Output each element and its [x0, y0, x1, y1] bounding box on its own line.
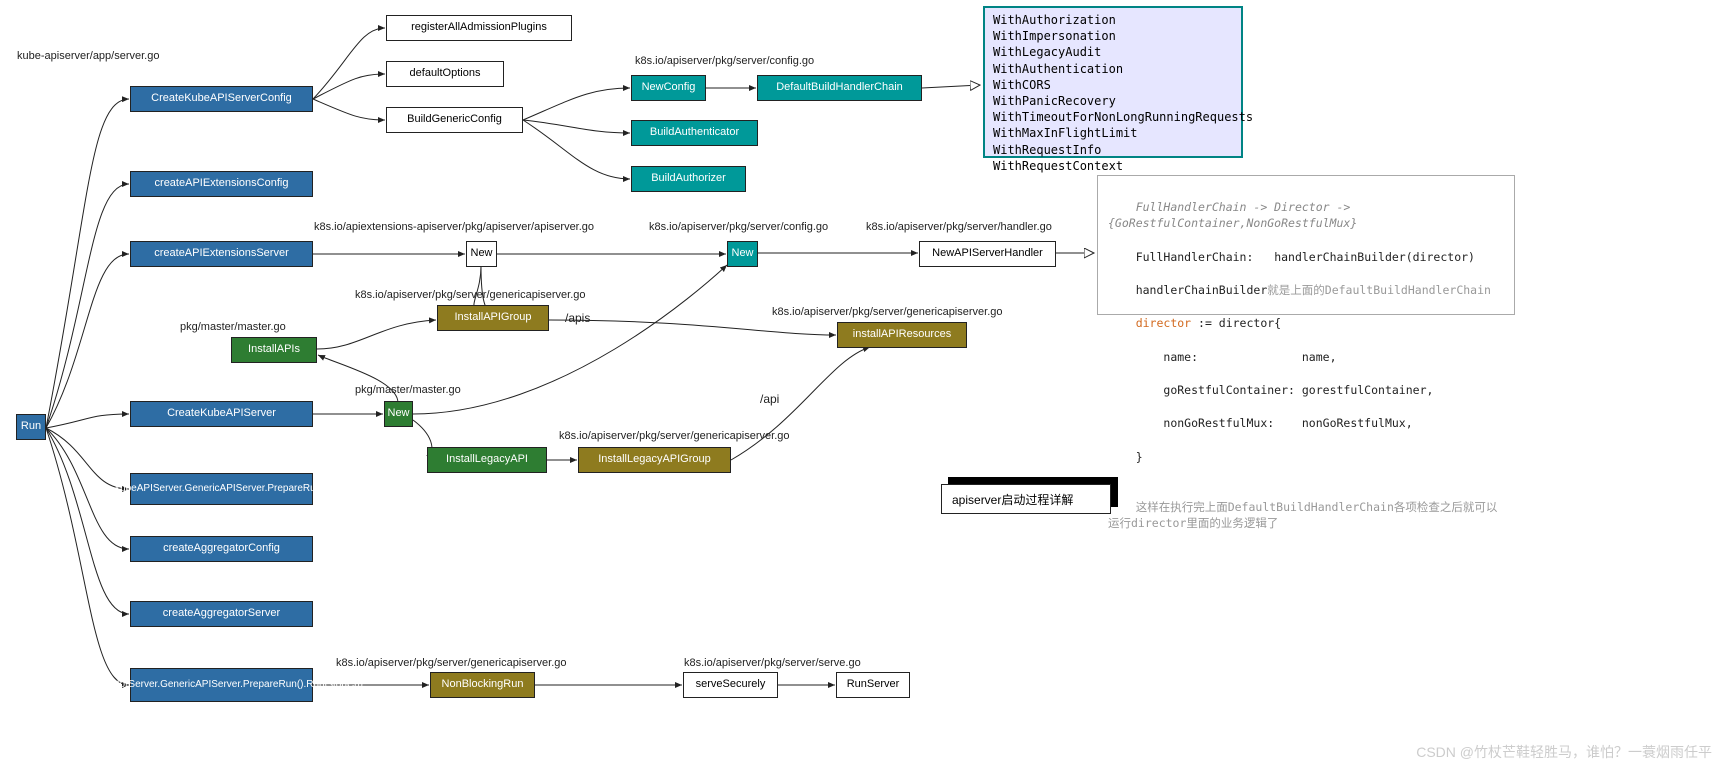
edge-label-api: /api: [760, 392, 779, 406]
node-createaggregatorserver: createAggregatorServer: [130, 601, 313, 627]
node-servesecurely: serveSecurely: [683, 672, 778, 698]
note2-l4a: director: [1136, 316, 1191, 330]
node-defaultoptions: defaultOptions: [386, 61, 504, 87]
edge-label-apis: /apis: [565, 311, 590, 325]
pathlabel-handlergo: k8s.io/apiserver/pkg/server/handler.go: [866, 221, 1052, 233]
node-createaggregatorconfig: createAggregatorConfig: [130, 536, 313, 562]
node-new-master: New: [384, 401, 413, 427]
node-preparerun: kubeAPIServer.GenericAPIServer.PrepareRu…: [130, 473, 313, 505]
note2-l8: }: [1136, 450, 1143, 464]
node-createapiextensionsconfig: createAPIExtensionsConfig: [130, 171, 313, 197]
note2-l2a: FullHandlerChain:: [1136, 250, 1254, 264]
note2-l4b: := director{: [1191, 316, 1281, 330]
pathlabel-servego: k8s.io/apiserver/pkg/server/serve.go: [684, 657, 861, 669]
note2-l6: goRestfulContainer: gorestfulContainer,: [1136, 383, 1434, 397]
node-new-cfg: New: [727, 241, 758, 267]
node-newconfig: NewConfig: [631, 75, 706, 101]
node-nonblockingrun: NonBlockingRun: [430, 672, 535, 698]
node-registeralladmissionplugins: registerAllAdmissionPlugins: [386, 15, 572, 41]
pathlabel-generic3: k8s.io/apiserver/pkg/server/genericapise…: [559, 430, 790, 442]
pathlabel-generic4: k8s.io/apiserver/pkg/server/genericapise…: [336, 657, 567, 669]
node-installapis: InstallAPIs: [231, 337, 317, 363]
node-aggregatorrun: aggregatorServer.GenericAPIServer.Prepar…: [130, 668, 313, 702]
node-buildauthorizer: BuildAuthorizer: [631, 166, 746, 192]
pathlabel-master1: pkg/master/master.go: [180, 321, 286, 333]
pathlabel-generic2: k8s.io/apiserver/pkg/server/genericapise…: [772, 306, 1003, 318]
note2-l5: name: name,: [1136, 350, 1337, 364]
node-installlegacyapigroup: InstallLegacyAPIGroup: [578, 447, 731, 473]
node-newapiserverhandler: NewAPIServerHandler: [919, 241, 1056, 267]
node-run: Run: [16, 414, 46, 440]
pathlabel-master2: pkg/master/master.go: [355, 384, 461, 396]
note2-l2b: handlerChainBuilder(director): [1274, 250, 1475, 264]
pathlabel-extsrv: k8s.io/apiextensions-apiserver/pkg/apise…: [314, 221, 594, 233]
node-createkubeapiserverconfig: CreateKubeAPIServerConfig: [130, 86, 313, 112]
node-createkubeapiserver: CreateKubeAPIServer: [130, 401, 313, 427]
diagram-canvas: kube-apiserver/app/server.go k8s.io/apis…: [0, 0, 1722, 770]
node-defaultbuildhandlerchain: DefaultBuildHandlerChain: [757, 75, 922, 101]
node-installapigroup: InstallAPIGroup: [437, 305, 549, 331]
node-installlegacyapi: InstallLegacyAPI: [427, 447, 547, 473]
note2-l7: nonGoRestfulMux: nonGoRestfulMux,: [1136, 416, 1413, 430]
node-new-ext: New: [466, 241, 497, 267]
node-installapiresources: installAPIResources: [837, 322, 967, 348]
watermark: CSDN @竹杖芒鞋轻胜马，谁怕？一蓑烟雨任平: [1416, 742, 1712, 762]
note-handlerchain-list: WithAuthorization WithImpersonation With…: [983, 6, 1243, 158]
pathlabel-generic1: k8s.io/apiserver/pkg/server/genericapise…: [355, 289, 586, 301]
titlebox: apiserver启动过程详解: [941, 484, 1111, 514]
node-createapiextensionsserver: createAPIExtensionsServer: [130, 241, 313, 267]
note-director-code: FullHandlerChain -> Director -> {GoRestf…: [1097, 175, 1515, 315]
pathlabel-configgo2: k8s.io/apiserver/pkg/server/config.go: [649, 221, 828, 233]
note2-l3b: 就是上面的DefaultBuildHandlerChain: [1267, 283, 1491, 297]
node-runserver: RunServer: [836, 672, 910, 698]
node-buildgenericconfig: BuildGenericConfig: [386, 107, 523, 133]
pathlabel-configgo1: k8s.io/apiserver/pkg/server/config.go: [635, 55, 814, 67]
note2-line1: FullHandlerChain -> Director -> {GoRestf…: [1108, 200, 1357, 231]
node-buildauthenticator: BuildAuthenticator: [631, 120, 758, 146]
note2-l9: 这样在执行完上面DefaultBuildHandlerChain各项检查之后就可…: [1108, 500, 1497, 531]
pathlabel-appserver: kube-apiserver/app/server.go: [17, 50, 159, 62]
note2-l3a: handlerChainBuilder: [1136, 283, 1268, 297]
